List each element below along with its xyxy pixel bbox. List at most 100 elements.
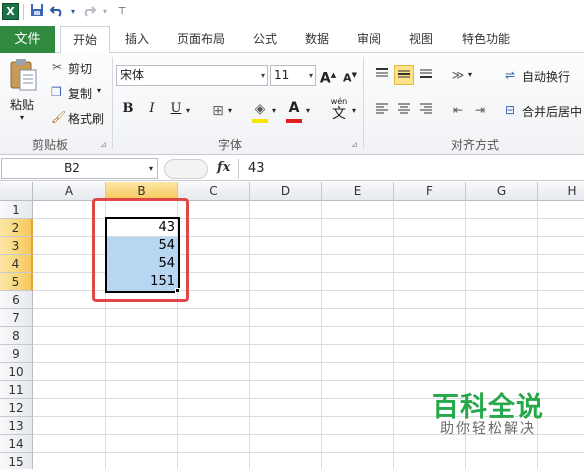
- align-center-icon[interactable]: [394, 100, 414, 120]
- font-color-button[interactable]: A: [284, 98, 304, 118]
- align-middle-icon[interactable]: [394, 65, 414, 85]
- row-header-10[interactable]: 10: [0, 363, 33, 381]
- ribbon-home-panel: 粘贴 ▾ ✂ 剪切 ❐ 复制 ▾ 🖌 格式刷 剪贴板 ⊿ 宋体 ▾ 11 ▾ A…: [0, 53, 584, 155]
- tab-file[interactable]: 文件: [0, 26, 55, 53]
- underline-dropdown-icon[interactable]: ▾: [183, 101, 193, 121]
- paste-dropdown-icon[interactable]: ▾: [20, 113, 24, 122]
- column-header-g[interactable]: G: [466, 182, 538, 201]
- font-name-value: 宋体: [120, 68, 145, 82]
- align-top-icon[interactable]: [372, 65, 392, 85]
- decrease-indent-icon[interactable]: ⇤: [448, 100, 468, 120]
- clipboard-launcher-icon[interactable]: ⊿: [100, 140, 107, 149]
- quick-access-toolbar: X ▾ ▾ ⊤: [0, 0, 584, 26]
- group-divider: [363, 57, 364, 149]
- wrap-text-icon: ⇌: [504, 68, 516, 82]
- grow-font-label: A: [319, 70, 331, 87]
- redo-dropdown-icon[interactable]: ▾: [96, 3, 114, 21]
- save-icon[interactable]: [28, 3, 46, 21]
- row-header-13[interactable]: 13: [0, 417, 33, 435]
- row-header-4[interactable]: 4: [0, 255, 33, 273]
- phonetic-button[interactable]: wén 文: [328, 97, 350, 122]
- font-name-select[interactable]: 宋体 ▾: [116, 65, 268, 86]
- row-header-9[interactable]: 9: [0, 345, 33, 363]
- phonetic-dropdown-icon[interactable]: ▾: [349, 101, 359, 121]
- column-header-f[interactable]: F: [394, 182, 466, 201]
- formula-bar: B2 ▾ fx 43: [0, 157, 584, 181]
- chevron-down-icon: ▾: [260, 71, 265, 80]
- font-color-swatch: [286, 119, 302, 123]
- merge-center-icon: ⊟: [504, 103, 516, 117]
- orientation-dropdown-icon[interactable]: ▾: [465, 65, 475, 85]
- merge-center-button[interactable]: 合并后居中: [522, 103, 582, 120]
- borders-dropdown-icon[interactable]: ▾: [225, 101, 235, 121]
- copy-dropdown-icon[interactable]: ▾: [97, 86, 101, 95]
- fill-color-icon[interactable]: ◈: [250, 99, 270, 119]
- watermark-subtitle: 助你轻松解决: [440, 421, 536, 437]
- row-header-14[interactable]: 14: [0, 435, 33, 453]
- insert-function-icon[interactable]: fx: [217, 160, 230, 175]
- excel-app-icon[interactable]: X: [2, 3, 19, 20]
- bold-button[interactable]: B: [118, 101, 138, 121]
- row-header-2[interactable]: 2: [0, 219, 33, 237]
- phonetic-pinyin: wén: [330, 97, 348, 106]
- row-header-3[interactable]: 3: [0, 237, 33, 255]
- column-header-d[interactable]: D: [250, 182, 322, 201]
- wrap-text-button[interactable]: 自动换行: [522, 68, 570, 85]
- paste-button[interactable]: 粘贴: [10, 96, 34, 113]
- name-box[interactable]: B2 ▾: [1, 158, 158, 179]
- tab-data[interactable]: 数据: [297, 26, 337, 53]
- gridline: [321, 201, 322, 469]
- formula-bar-resizer[interactable]: [164, 159, 208, 179]
- font-group-label: 字体: [217, 138, 242, 152]
- font-size-select[interactable]: 11 ▾: [270, 65, 316, 86]
- row-header-6[interactable]: 6: [0, 291, 33, 309]
- tab-view[interactable]: 视图: [401, 26, 441, 53]
- tab-page-layout[interactable]: 页面布局: [170, 26, 232, 53]
- cut-button[interactable]: 剪切: [68, 60, 92, 77]
- formula-input[interactable]: 43: [248, 161, 265, 176]
- copy-icon: ❐: [51, 85, 62, 99]
- name-box-value: B2: [64, 161, 80, 175]
- align-bottom-icon[interactable]: [416, 65, 436, 85]
- select-all-corner[interactable]: [0, 182, 33, 201]
- shrink-font-button[interactable]: A▼: [340, 65, 360, 85]
- column-header-c[interactable]: C: [178, 182, 250, 201]
- phonetic-char: 文: [332, 106, 346, 122]
- row-header-15[interactable]: 15: [0, 453, 33, 469]
- row-header-8[interactable]: 8: [0, 327, 33, 345]
- tab-review[interactable]: 审阅: [349, 26, 389, 53]
- row-header-12[interactable]: 12: [0, 399, 33, 417]
- row-header-1[interactable]: 1: [0, 201, 33, 219]
- align-right-icon[interactable]: [416, 100, 436, 120]
- column-header-e[interactable]: E: [322, 182, 394, 201]
- increase-indent-icon[interactable]: ⇥: [470, 100, 490, 120]
- alignment-group-label: 对齐方式: [450, 138, 499, 152]
- align-left-icon[interactable]: [372, 100, 392, 120]
- font-color-dropdown-icon[interactable]: ▾: [303, 101, 313, 121]
- customize-qat-icon[interactable]: ⊤: [113, 3, 131, 21]
- gridline: [33, 380, 584, 381]
- shrink-font-label: A: [343, 71, 352, 85]
- gridline: [249, 201, 250, 469]
- tab-home[interactable]: 开始: [60, 26, 110, 54]
- gridline: [33, 362, 584, 363]
- fill-color-dropdown-icon[interactable]: ▾: [269, 101, 279, 121]
- formula-divider: [238, 159, 239, 179]
- row-header-7[interactable]: 7: [0, 309, 33, 327]
- paste-icon[interactable]: [8, 58, 38, 92]
- copy-button[interactable]: 复制: [68, 85, 92, 102]
- gridline: [33, 326, 584, 327]
- italic-button[interactable]: I: [142, 101, 162, 121]
- row-header-5[interactable]: 5: [0, 273, 33, 291]
- qat-divider: [23, 4, 24, 20]
- format-painter-button[interactable]: 格式刷: [68, 110, 104, 127]
- format-painter-icon: 🖌: [51, 110, 67, 124]
- tab-special-features[interactable]: 特色功能: [453, 26, 519, 53]
- grow-font-button[interactable]: A▲: [318, 65, 338, 87]
- column-header-h[interactable]: H: [538, 182, 584, 201]
- font-launcher-icon[interactable]: ⊿: [351, 140, 358, 149]
- fill-color-swatch: [252, 119, 268, 123]
- tab-insert[interactable]: 插入: [115, 26, 159, 53]
- row-header-11[interactable]: 11: [0, 381, 33, 399]
- tab-formulas[interactable]: 公式: [245, 26, 285, 53]
